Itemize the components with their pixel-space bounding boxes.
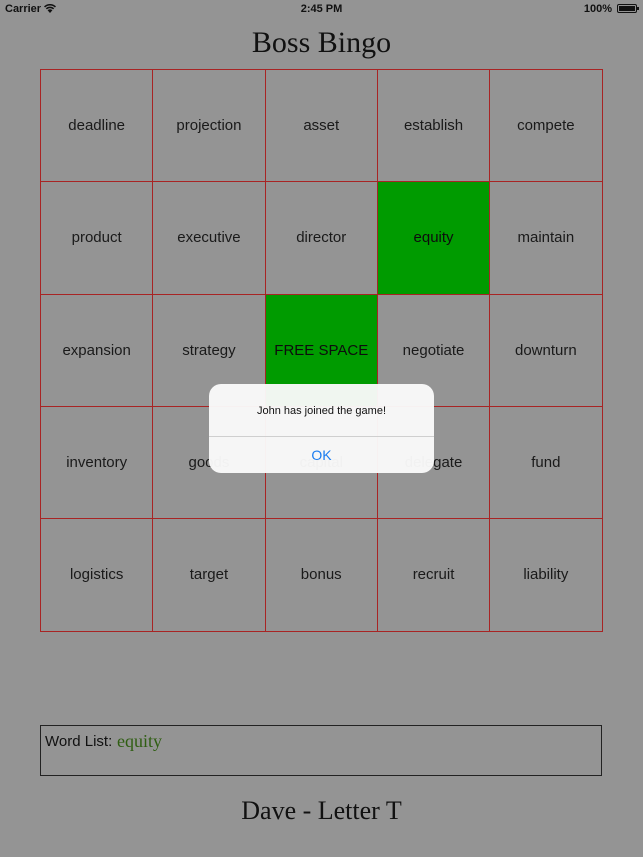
bingo-cell[interactable]: maintain [490, 182, 603, 295]
bingo-cell[interactable]: executive [153, 182, 266, 295]
player-name: Dave - Letter T [241, 796, 402, 825]
word-list-box: Word List: equity [40, 725, 602, 776]
clock: 2:45 PM [300, 3, 343, 15]
bingo-cell[interactable]: establish [377, 70, 491, 183]
bingo-cell[interactable]: expansion [41, 294, 154, 407]
bingo-cell[interactable]: fund [490, 406, 603, 520]
bingo-cell[interactable]: inventory [41, 406, 154, 520]
join-alert-dialog: John has joined the game! OK [209, 384, 434, 473]
word-list-label: Word List: [45, 733, 113, 750]
battery-percent: 100% [583, 3, 612, 15]
bingo-board: deadline projection asset establish compete p… [40, 69, 603, 632]
bingo-cell[interactable]: product [41, 182, 154, 295]
bingo-cell[interactable]: director [265, 182, 378, 295]
bingo-cell[interactable]: equity [377, 182, 491, 295]
bingo-cell[interactable]: projection [153, 70, 266, 183]
bingo-cell[interactable]: target [153, 519, 266, 632]
bingo-cell[interactable]: asset [265, 70, 378, 183]
bingo-cell[interactable]: compete [490, 70, 603, 183]
bingo-cell[interactable]: recruit [377, 519, 491, 632]
status-bar: Carrier 2:45 PM 100% [0, 0, 643, 20]
bingo-cell[interactable]: logistics [41, 519, 154, 632]
game-title: Boss Bingo [251, 26, 392, 59]
battery-icon [617, 4, 639, 13]
bingo-cell[interactable]: deadline [41, 70, 154, 183]
ok-button[interactable]: OK [209, 437, 434, 473]
bingo-cell[interactable]: bonus [265, 519, 378, 632]
word-list-value: equity [117, 731, 162, 751]
bingo-cell[interactable]: downturn [490, 294, 603, 407]
bingo-cell[interactable]: liability [490, 519, 603, 632]
alert-message: John has joined the game! [256, 405, 387, 417]
